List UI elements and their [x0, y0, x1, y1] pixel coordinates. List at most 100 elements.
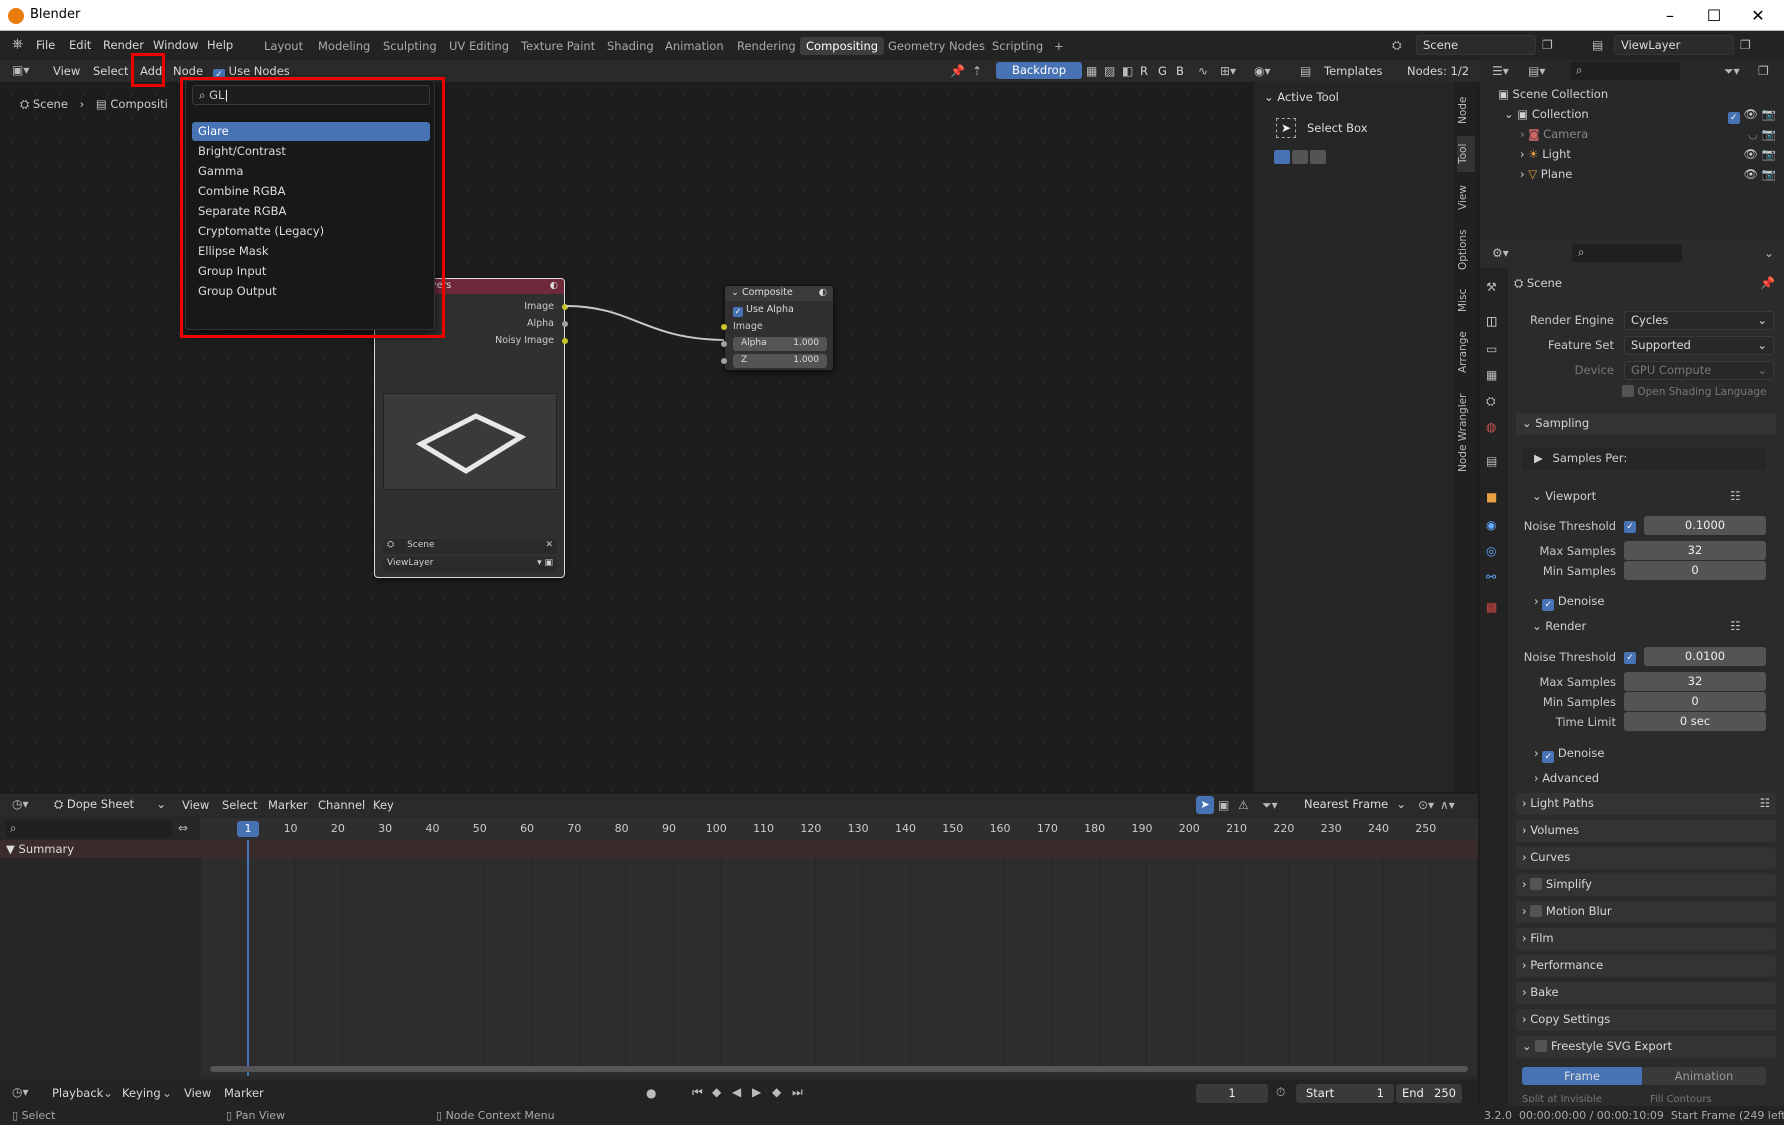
menu-help[interactable]: Help [207, 38, 233, 52]
menu-edit[interactable]: Edit [69, 38, 91, 52]
show-hidden-icon[interactable]: ▣ [1218, 798, 1229, 812]
templates-menu[interactable]: Templates [1324, 64, 1382, 78]
menu-window[interactable]: Window [153, 38, 198, 52]
r-denoise-subpanel[interactable]: › ✓ Denoise [1534, 746, 1604, 763]
tab-node[interactable]: Node [1457, 90, 1475, 130]
jump-end-icon[interactable]: ⏭ [792, 1085, 803, 1100]
menu-add[interactable]: Add [140, 64, 162, 78]
node-header[interactable]: ⌄ Composite ◐ [725, 286, 833, 301]
render-subpanel[interactable]: ⌄ Render [1532, 619, 1586, 633]
viewlayer-field[interactable]: ViewLayer [1614, 35, 1734, 55]
freestyle-animation-button[interactable]: Animation [1642, 1067, 1766, 1085]
display-alpha-icon[interactable]: ◧ [1122, 64, 1133, 78]
tab-animation[interactable]: Animation [659, 37, 730, 55]
outliner-search-input[interactable]: ⌕ [1570, 62, 1680, 80]
freestyle-frame-button[interactable]: Frame [1522, 1067, 1642, 1085]
expand-icon[interactable]: › [1520, 147, 1525, 161]
render-engine-dropdown[interactable]: Cycles ⌄ [1624, 311, 1774, 330]
prev-keyframe-icon[interactable]: ◆ [712, 1085, 721, 1099]
vp-denoise-subpanel[interactable]: › ✓ Denoise [1534, 594, 1604, 611]
dope-menu-select[interactable]: Select [222, 798, 257, 812]
current-frame-field[interactable]: 1 [1196, 1084, 1268, 1103]
feature-set-dropdown[interactable]: Supported ⌄ [1624, 336, 1774, 355]
outliner-editor-icon[interactable]: ☰▾ [1492, 64, 1509, 78]
time-limit-field[interactable]: 0 sec [1624, 712, 1766, 731]
editor-type-icon[interactable]: ▣▾ [12, 63, 29, 77]
channel-b[interactable]: B [1176, 64, 1184, 78]
tab-sculpting[interactable]: Sculpting [377, 37, 443, 55]
pin-icon[interactable]: 📌 [950, 64, 965, 78]
channel-search-input[interactable]: ⌕ [6, 820, 172, 838]
expand-icon[interactable]: › [1520, 167, 1525, 181]
r-noise-threshold-field[interactable]: 0.0100 [1644, 647, 1766, 666]
timeline-editor-icon[interactable]: ◷▾ [12, 1085, 29, 1099]
checkbox-icon[interactable] [1530, 878, 1543, 890]
clear-scene-icon[interactable]: ✕ [545, 540, 553, 550]
world-tab-icon[interactable]: ◍ [1486, 420, 1496, 434]
tab-scripting[interactable]: Scripting [986, 37, 1049, 55]
outliner-item-camera[interactable]: › ◙ Camera ◡ 📷 [1520, 127, 1776, 141]
filter-icon[interactable]: ⏷▾ [1724, 64, 1740, 79]
menu-file[interactable]: File [36, 38, 55, 52]
physics-tab-icon[interactable]: ◎ [1486, 544, 1496, 558]
input-alpha-socket[interactable] [721, 341, 727, 347]
advanced-subpanel[interactable]: › Advanced [1534, 771, 1599, 785]
r-max-samples-field[interactable]: 32 [1624, 672, 1766, 691]
menu-render[interactable]: Render [103, 38, 144, 52]
search-result-group-input[interactable]: Group Input [192, 262, 430, 281]
mode-new-icon[interactable] [1274, 150, 1290, 164]
section-motion-blur[interactable]: › Motion Blur [1516, 901, 1776, 923]
object-tab-icon[interactable]: ■ [1486, 490, 1497, 504]
modifier-tab-icon[interactable]: ◉ [1486, 518, 1496, 532]
mode-subtract-icon[interactable] [1310, 150, 1326, 164]
presets-icon[interactable]: ☷ [1730, 489, 1741, 503]
expand-icon[interactable]: › [1520, 127, 1525, 141]
vp-min-samples-field[interactable]: 0 [1624, 561, 1766, 580]
snap-dropdown[interactable]: Nearest Frame ⌄ [1300, 796, 1410, 814]
device-dropdown[interactable]: GPU Compute ⌄ [1624, 361, 1774, 380]
visibility-icons[interactable]: 👁 📷 [1743, 167, 1776, 181]
outliner-item-plane[interactable]: › ▽ Plane 👁 📷 [1520, 167, 1776, 181]
preview-range-icon[interactable]: ⏱ [1276, 1085, 1285, 1100]
checkbox-icon[interactable] [1535, 1040, 1548, 1052]
section-curves[interactable]: › Curves [1516, 847, 1776, 869]
new-viewlayer-icon[interactable]: ❐ [1740, 38, 1751, 52]
playbar-view-menu[interactable]: View [184, 1086, 211, 1100]
visibility-icons[interactable]: ✓ 👁 📷 [1727, 107, 1776, 124]
search-input[interactable]: ⌕ GL| [192, 85, 430, 105]
tab-modeling[interactable]: Modeling [312, 37, 376, 55]
checkbox-icon[interactable]: ✓ [1542, 599, 1555, 611]
presets-icon[interactable]: ☷ [1760, 796, 1770, 810]
checkbox-icon[interactable]: ✓ [1542, 751, 1555, 763]
only-errors-icon[interactable]: ⚠ [1238, 798, 1249, 812]
close-button[interactable]: ✕ [1738, 4, 1778, 28]
start-frame-field[interactable]: Start 1 [1296, 1084, 1394, 1103]
r-min-samples-field[interactable]: 0 [1624, 692, 1766, 711]
tab-texture-paint[interactable]: Texture Paint [515, 37, 601, 55]
next-keyframe-icon[interactable]: ◆ [772, 1085, 781, 1099]
mode-extend-icon[interactable] [1292, 150, 1308, 164]
composite-node[interactable]: ⌄ Composite ◐ ✓ Use Alpha Image Alpha 1.0… [721, 285, 834, 371]
jump-start-icon[interactable]: ⏮ [692, 1085, 703, 1100]
presets-icon[interactable]: ☷ [1730, 619, 1741, 633]
expand-arrow-icon[interactable]: ▼ [6, 842, 15, 856]
collapse-icon[interactable]: ⌄ [731, 287, 739, 298]
section-light-paths[interactable]: › Light Paths ☷ [1516, 793, 1776, 815]
checkbox-icon[interactable] [1530, 905, 1543, 917]
menu-node[interactable]: Node [173, 64, 203, 78]
vp-max-samples-field[interactable]: 32 [1624, 541, 1766, 560]
alpha-value-field[interactable]: Alpha 1.000 [733, 337, 827, 351]
blender-menu-icon[interactable]: ⎈ [12, 36, 23, 52]
properties-editor-icon[interactable]: ⚙▾ [1492, 246, 1509, 260]
section-film[interactable]: › Film [1516, 928, 1776, 950]
minimize-button[interactable]: – [1650, 4, 1690, 28]
samples-per-subpanel[interactable]: ▶ Samples Per: [1522, 448, 1766, 470]
menu-view[interactable]: View [53, 64, 80, 78]
tab-rendering[interactable]: Rendering [731, 37, 802, 55]
search-result-bright-contrast[interactable]: Bright/Contrast [192, 142, 430, 161]
summary-channel[interactable]: ▼ Summary [0, 840, 200, 858]
display-mode-icon[interactable]: ▤▾ [1528, 64, 1545, 78]
dope-keyframe-region[interactable] [200, 840, 1478, 1076]
falloff-icon[interactable]: ∧▾ [1440, 798, 1455, 812]
output-tab-icon[interactable]: ▭ [1486, 342, 1497, 356]
